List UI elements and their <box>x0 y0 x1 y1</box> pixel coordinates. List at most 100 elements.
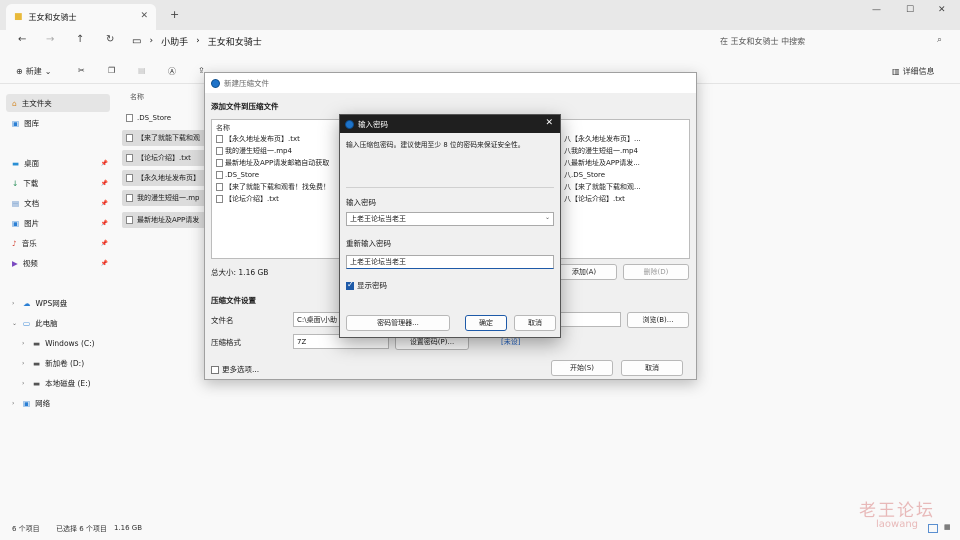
file-name: 【永久地址发布页】 <box>137 174 200 182</box>
password-field[interactable]: 上老王论坛当老王 ⌄ <box>346 212 554 226</box>
more-options-toggle[interactable]: 更多选项... <box>211 364 259 375</box>
new-tab-icon[interactable]: + <box>170 8 179 21</box>
copy-icon[interactable]: ❐ <box>108 66 115 75</box>
list-item[interactable]: 最新地址及APP请发 <box>122 212 206 228</box>
sidebar-item-music[interactable]: ♪ 音乐 📌 <box>6 234 110 252</box>
sidebar-item-desktop[interactable]: ▬ 桌面 📌 <box>6 154 110 172</box>
sidebar-item-documents[interactable]: ▤ 文档 📌 <box>6 194 110 212</box>
password-manager-button[interactable]: 密码管理器... <box>346 315 450 331</box>
ok-button[interactable]: 确定 <box>465 315 507 331</box>
password-status-link[interactable]: [未设] <box>501 337 520 347</box>
chevron-right-icon: › <box>22 379 25 387</box>
file-icon <box>126 114 133 122</box>
column-header-name[interactable]: 名称 <box>130 92 144 102</box>
list-item[interactable]: 【论坛介绍】.txt <box>216 194 279 204</box>
new-button[interactable]: ⊕ 新建 ⌄ <box>16 66 51 77</box>
filename-label: 文件名 <box>211 316 234 325</box>
section-title: 添加文件到压缩文件 <box>211 102 279 111</box>
paste-icon[interactable]: ▤ <box>138 66 146 75</box>
start-button[interactable]: 开始(S) <box>551 360 613 376</box>
file-name: 最新地址及APP请发邮箱自动获取 <box>225 159 330 167</box>
file-name: 【永久地址发布页】.txt <box>225 135 300 143</box>
picture-icon: ▣ <box>12 218 20 228</box>
list-item[interactable]: 八最新地址及APP请发... <box>564 158 640 168</box>
item-count: 6 个项目 <box>12 525 40 533</box>
sidebar-item-network[interactable]: › ▣ 网络 <box>6 394 110 412</box>
network-icon: ▣ <box>23 398 31 408</box>
sidebar-item-drive-e[interactable]: › ▬ 本地磁盘 (E:) <box>16 374 110 392</box>
search-input[interactable]: 在 王女和女骑士 中搜索 ⌕ <box>712 32 950 50</box>
confirm-password-field[interactable]: 上老王论坛当老王 <box>346 255 554 269</box>
search-placeholder: 在 王女和女骑士 中搜索 <box>720 36 806 46</box>
sidebar-item-videos[interactable]: ▶ 视频 📌 <box>6 254 110 272</box>
sidebar-item-drive-d[interactable]: › ▬ 新加卷 (D:) <box>16 354 110 372</box>
list-item[interactable]: 【来了就能下载和观 <box>122 130 206 146</box>
show-password-toggle[interactable]: 显示密码 <box>346 280 387 291</box>
search-icon: ⌕ <box>936 35 942 45</box>
file-icon <box>126 134 133 142</box>
close-icon[interactable]: ✕ <box>545 118 553 128</box>
sidebar-item-label: 桌面 <box>24 158 40 168</box>
rename-icon[interactable]: Ⓐ <box>168 66 176 77</box>
file-icon <box>216 183 223 191</box>
list-item[interactable]: 八我的漫生短组一.mp4 <box>564 146 638 156</box>
refresh-icon[interactable]: ↻ <box>106 34 114 45</box>
breadcrumb-item[interactable]: 王女和女骑士 <box>208 35 262 48</box>
list-item[interactable]: 八【论坛介绍】.txt <box>564 194 625 204</box>
list-item[interactable]: 我的漫生短组一.mp4 <box>216 146 292 156</box>
file-name: 我的漫生短组一.mp4 <box>225 147 292 155</box>
chevron-down-icon[interactable]: ⌄ <box>545 214 550 221</box>
minimize-icon[interactable]: — <box>872 5 881 15</box>
sidebar-item-wps[interactable]: › ☁ WPS网盘 <box>6 294 110 312</box>
list-header: 名称 <box>216 124 230 132</box>
selected-size: 1.16 GB <box>114 524 143 532</box>
sidebar-item-this-pc[interactable]: ⌄ ▭ 此电脑 <box>6 314 110 332</box>
drive-icon: ▬ <box>33 358 41 368</box>
sidebar-item-label: 视频 <box>22 258 38 268</box>
details-button[interactable]: ▥ 详细信息 <box>892 66 935 77</box>
cut-icon[interactable]: ✂ <box>78 66 85 75</box>
sidebar-item-pictures[interactable]: ▣ 图片 📌 <box>6 214 110 232</box>
watermark-text: 老王论坛 <box>859 501 935 521</box>
list-item[interactable]: 八.DS_Store <box>564 170 605 180</box>
sidebar-item-gallery[interactable]: ▣ 图库 <box>6 114 110 132</box>
file-icon <box>126 216 133 224</box>
checkbox[interactable] <box>211 365 219 374</box>
checkbox[interactable] <box>346 280 354 290</box>
maximize-icon[interactable]: ☐ <box>906 5 914 15</box>
sidebar-item-home[interactable]: ⌂ 主文件夹 <box>6 94 110 112</box>
list-item[interactable]: 【永久地址发布页】.txt <box>216 134 300 144</box>
tab-current-folder[interactable]: ■ 王女和女骑士 ✕ <box>6 4 156 30</box>
file-icon <box>216 159 223 167</box>
delete-button[interactable]: 删除(D) <box>623 264 689 280</box>
cancel-button[interactable]: 取消 <box>514 315 556 331</box>
list-item[interactable]: 【论坛介绍】.txt <box>122 150 206 166</box>
browse-button[interactable]: 浏览(B)... <box>627 312 689 328</box>
close-window-icon[interactable]: ✕ <box>938 5 946 15</box>
list-item[interactable]: 八【来了就能下载和观... <box>564 182 641 192</box>
list-item[interactable]: 【永久地址发布页】 <box>122 170 206 186</box>
list-item[interactable]: .DS_Store <box>122 110 202 126</box>
list-item[interactable]: 八【永久地址发布页】... <box>564 134 641 144</box>
navigation-pane: ⌂ 主文件夹 ▣ 图库 ▬ 桌面 📌 ↓ 下载 📌 ▤ 文档 📌 ▣ 图片 📌 ♪ 音乐 📌 ▶ 视频 📌 … <box>0 88 118 520</box>
cancel-button[interactable]: 取消 <box>621 360 683 376</box>
list-item[interactable]: 我的漫生短组一.mp <box>122 190 206 206</box>
sidebar-item-downloads[interactable]: ↓ 下载 📌 <box>6 174 110 192</box>
chevron-right-icon: › <box>22 339 25 347</box>
list-item[interactable]: 最新地址及APP请发邮箱自动获取 <box>216 158 329 168</box>
list-item[interactable]: .DS_Store <box>216 170 259 180</box>
file-name: 【论坛介绍】.txt <box>225 195 279 203</box>
app-icon <box>211 78 220 88</box>
file-path: 八【永久地址发布页】... <box>564 135 641 143</box>
sidebar-item-drive-c[interactable]: › ▬ Windows (C:) <box>16 334 110 352</box>
tab-close-icon[interactable]: ✕ <box>140 11 148 21</box>
forward-icon[interactable]: → <box>46 34 54 45</box>
pin-icon: 📌 <box>100 159 108 167</box>
list-item[interactable]: 【来了就能下载和观看！找免费！ <box>216 182 330 192</box>
up-icon[interactable]: ↑ <box>76 34 84 45</box>
chevron-down-icon: ⌄ <box>44 67 52 76</box>
app-icon <box>345 119 354 129</box>
breadcrumb-item[interactable]: 小助手 <box>161 35 188 48</box>
sidebar-item-label: 图库 <box>24 118 40 128</box>
back-icon[interactable]: ← <box>18 34 26 45</box>
